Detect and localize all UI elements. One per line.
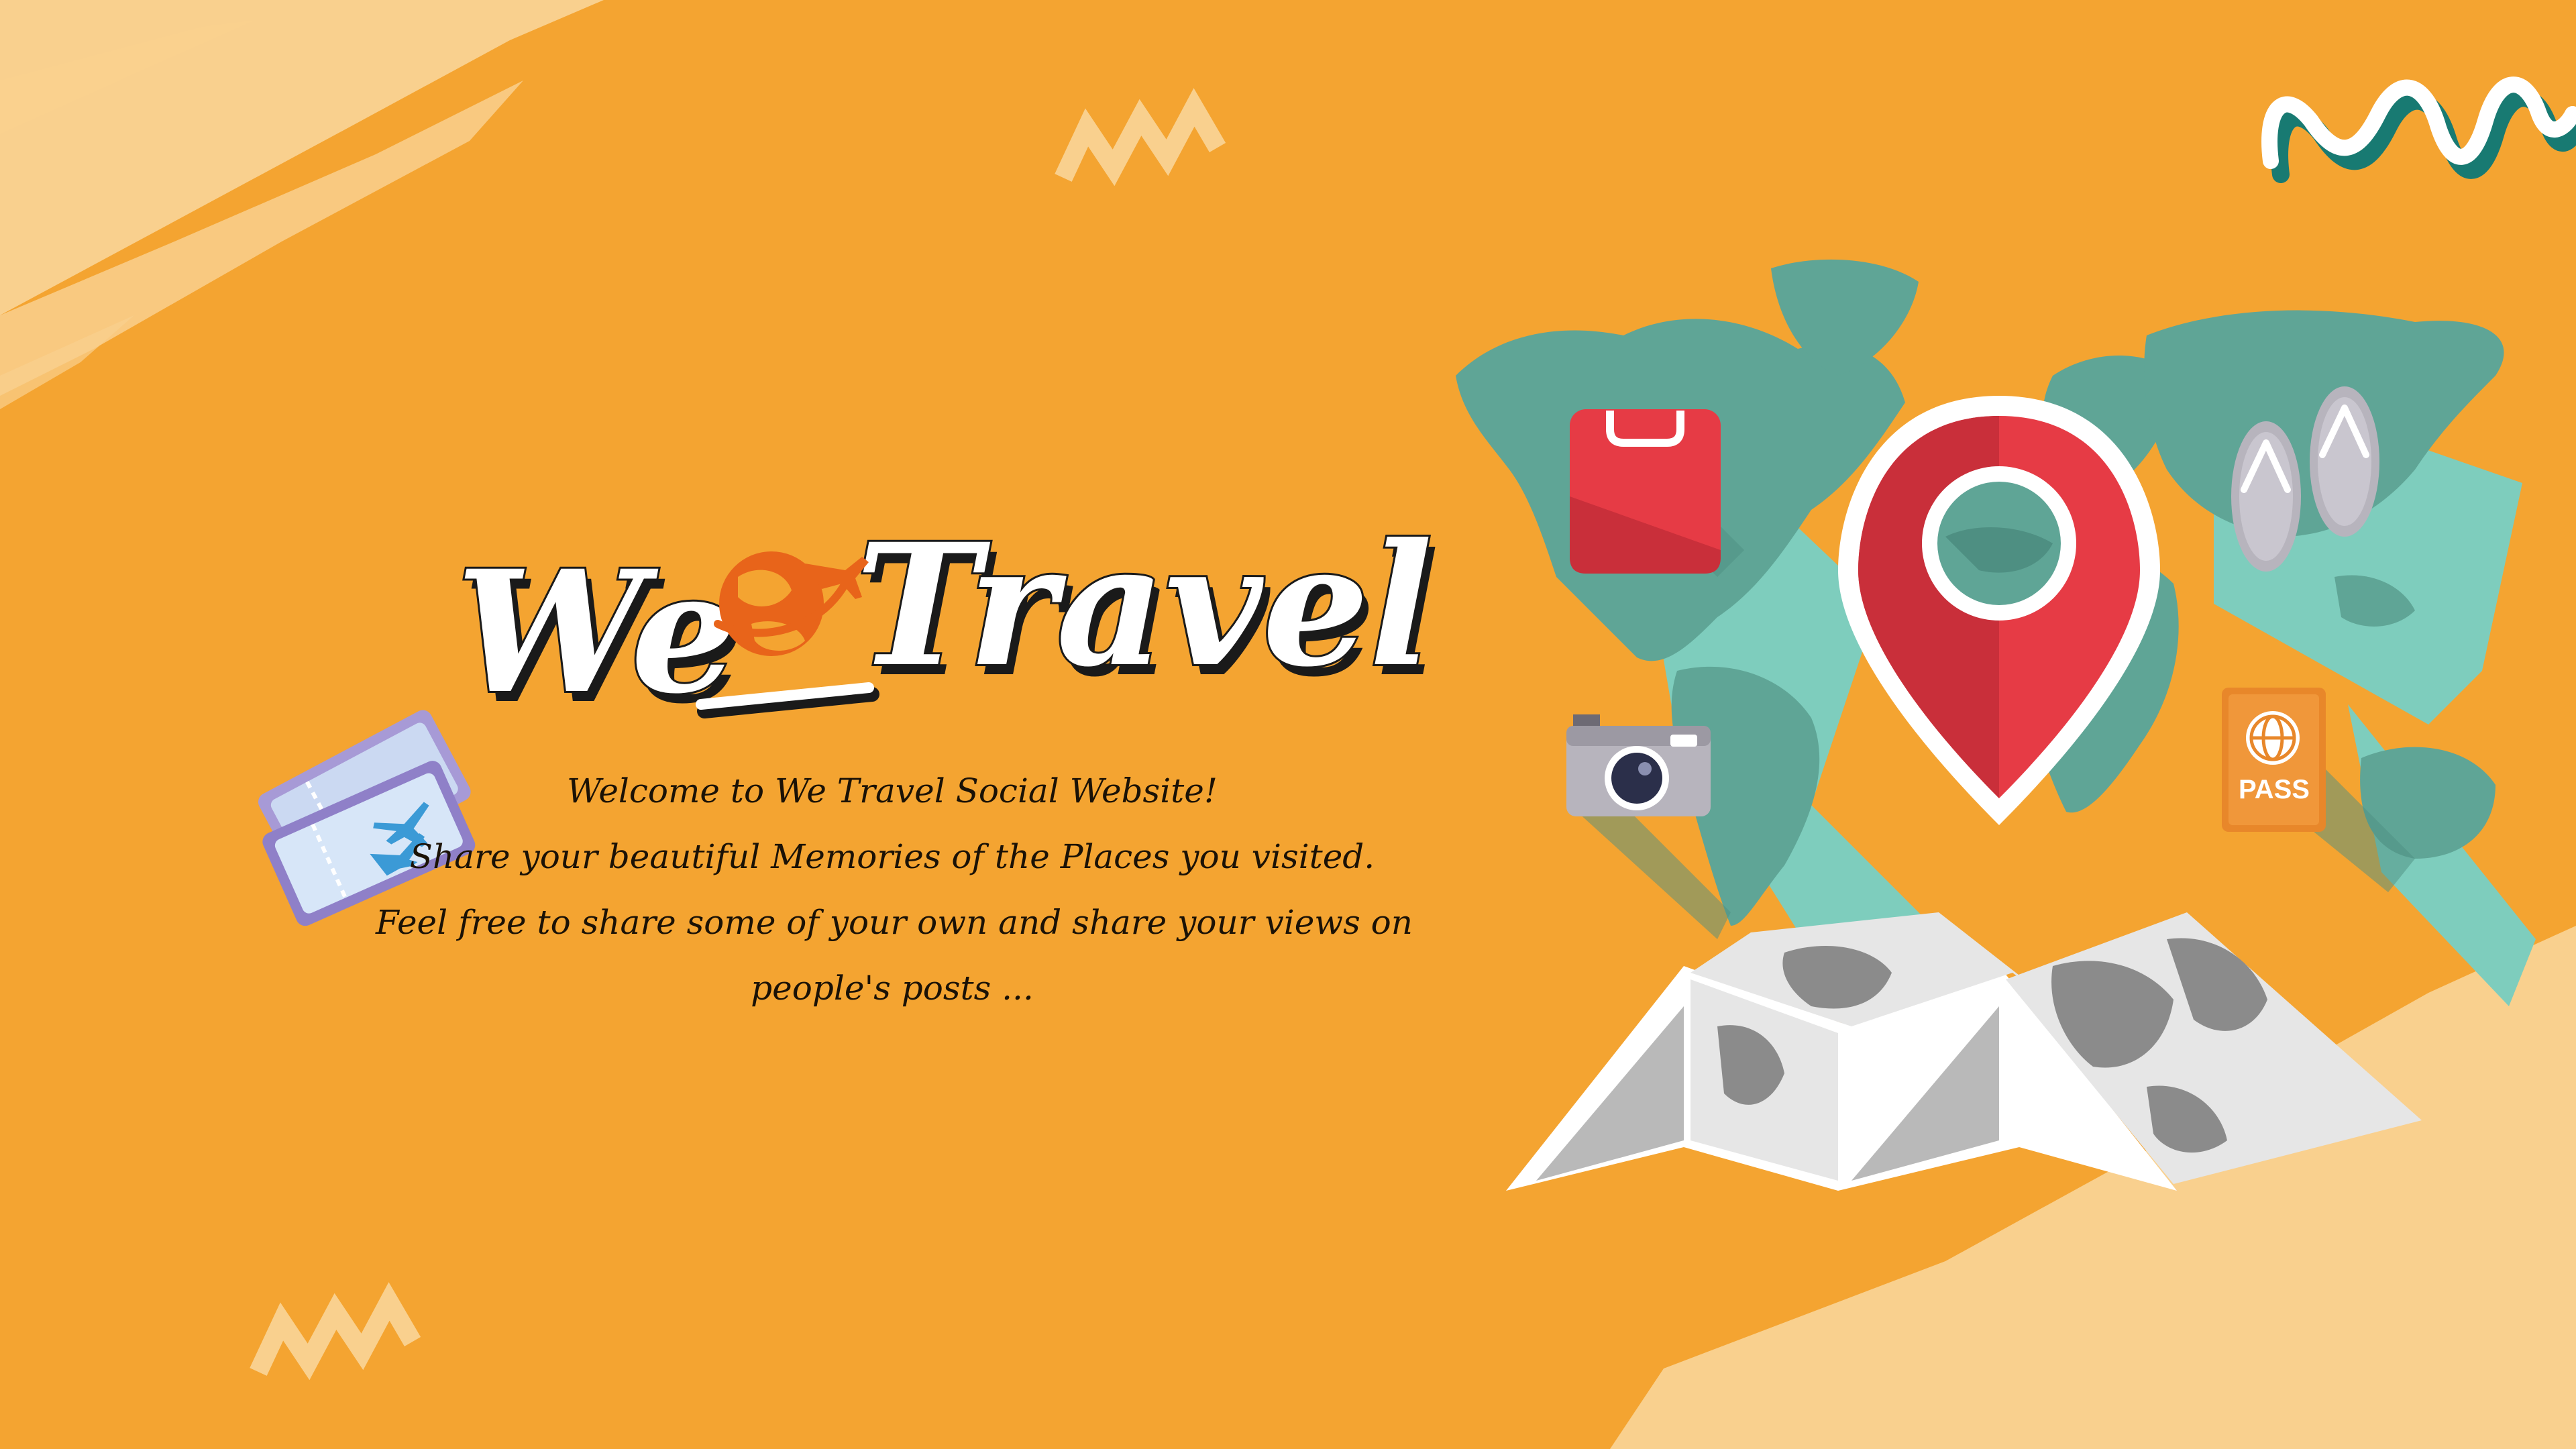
- tagline-line-2: Share your beautiful Memories of the Pla…: [409, 837, 1375, 876]
- tagline-line-1: Welcome to We Travel Social Website!: [567, 771, 1218, 810]
- logo-word-right: Travel: [855, 506, 1433, 704]
- tagline-line-4: people's posts ...: [751, 969, 1034, 1008]
- tagline-line-3: Feel free to share some of your own and …: [376, 903, 1413, 942]
- hero-banner: PASS We Travel We Travel Welcome to We T…: [0, 0, 2576, 1449]
- logo-word-left: We: [456, 533, 737, 731]
- logo: We Travel We Travel: [454, 504, 1440, 741]
- globe-plane-icon: [714, 551, 869, 656]
- welcome-message: Welcome to We Travel Social Website! Sha…: [376, 758, 1413, 1021]
